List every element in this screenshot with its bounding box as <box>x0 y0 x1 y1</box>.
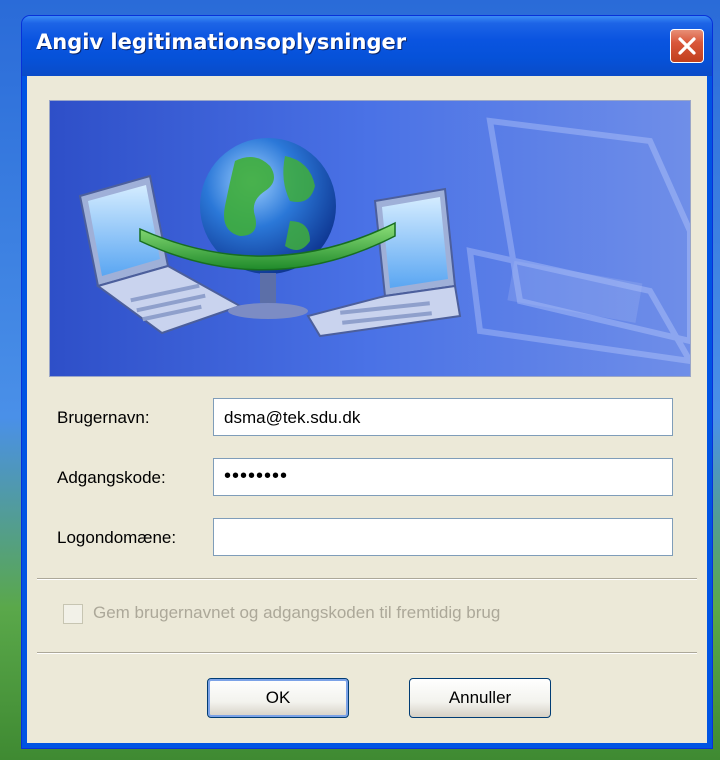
password-field[interactable]: •••••••• <box>213 458 673 496</box>
separator-top <box>37 578 697 580</box>
username-label: Brugernavn: <box>57 408 150 427</box>
network-banner-image <box>49 100 691 377</box>
domain-label: Logondomæne: <box>57 528 177 547</box>
separator-bottom <box>37 652 697 654</box>
remember-label: Gem brugernavnet og adgangskoden til fre… <box>93 603 501 622</box>
domain-field[interactable] <box>213 518 673 556</box>
username-field[interactable]: dsma@tek.sdu.dk <box>213 398 673 436</box>
password-label: Adgangskode: <box>57 468 166 487</box>
cancel-button[interactable]: Annuller <box>409 678 551 718</box>
title-bar[interactable]: Angiv legitimationsoplysninger <box>22 16 712 76</box>
ok-button[interactable]: OK <box>207 678 349 718</box>
credentials-dialog: Angiv legitimationsoplysninger Brugernav… <box>22 16 712 748</box>
close-icon <box>678 37 696 55</box>
remember-checkbox[interactable] <box>63 604 83 624</box>
close-button[interactable] <box>670 29 704 63</box>
dialog-title: Angiv legitimationsoplysninger <box>36 30 407 54</box>
dialog-body: Brugernavn: dsma@tek.sdu.dk Adgangskode:… <box>27 76 707 743</box>
